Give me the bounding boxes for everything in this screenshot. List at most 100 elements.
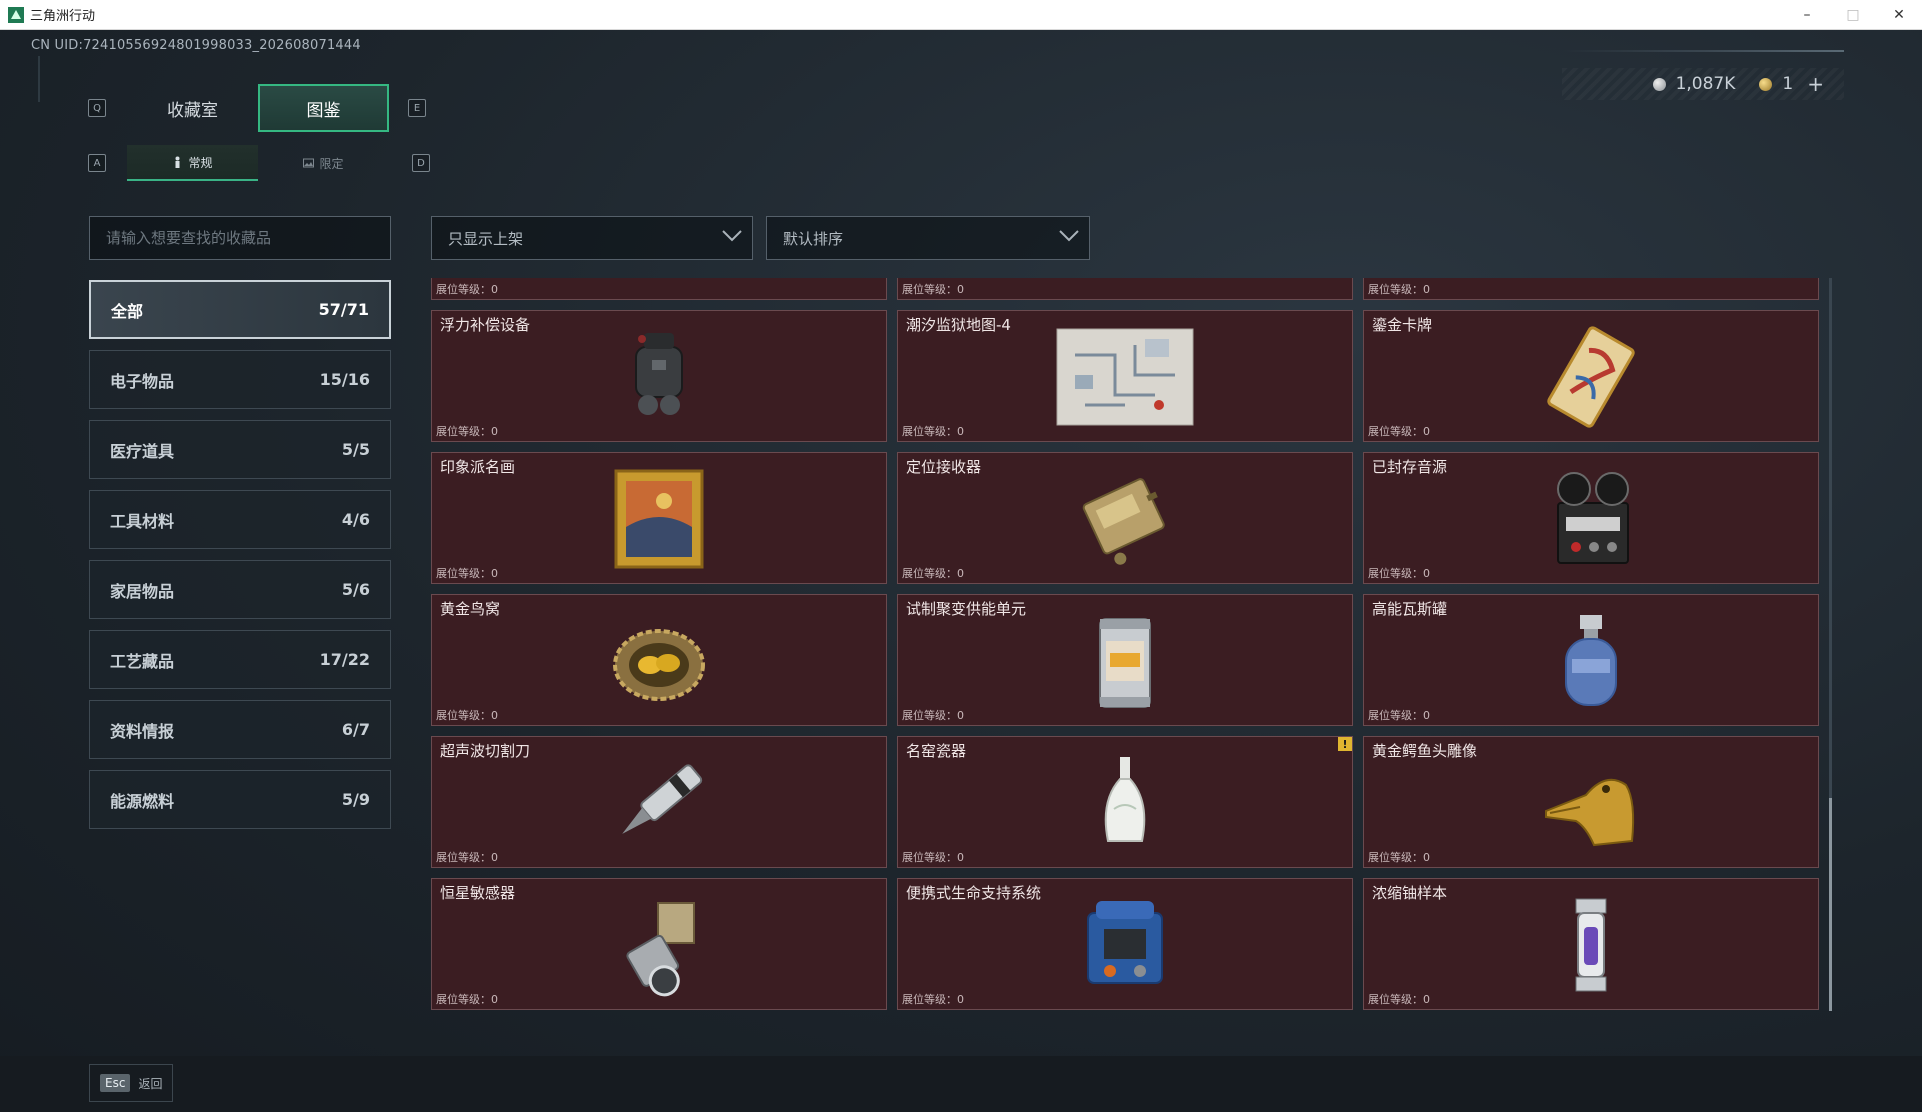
item-card[interactable]: 浮力补偿设备 展位等级：0 xyxy=(431,310,887,442)
item-name: 浮力补偿设备 xyxy=(440,316,531,334)
category-all[interactable]: 全部 57/71 xyxy=(89,280,391,339)
item-card[interactable]: 试制聚变供能单元 展位等级：0 xyxy=(897,594,1353,726)
main-tabs: 收藏室 图鉴 xyxy=(127,84,389,132)
category-name: 全部 xyxy=(111,301,144,321)
back-button[interactable]: Esc 返回 xyxy=(89,1064,173,1102)
category-energy[interactable]: 能源燃料 5/9 xyxy=(89,770,391,829)
item-card[interactable]: 印象派名画 展位等级：0 xyxy=(431,452,887,584)
category-count: 5/6 xyxy=(341,580,370,599)
category-tools[interactable]: 工具材料 4/6 xyxy=(89,490,391,549)
booth-level: 展位等级：0 xyxy=(902,851,964,864)
maximize-button[interactable]: □ xyxy=(1830,0,1876,30)
item-card[interactable]: 潮汐监狱地图-4 展位等级：0 xyxy=(897,310,1353,442)
new-item-badge: ! xyxy=(1338,737,1352,751)
item-card[interactable]: 便携式生命支持系统 展位等级：0 xyxy=(897,878,1353,1010)
booth-level: 展位等级：0 xyxy=(436,851,498,864)
category-medical[interactable]: 医疗道具 5/5 xyxy=(89,420,391,479)
category-intel[interactable]: 资料情报 6/7 xyxy=(89,700,391,759)
item-name: 超声波切割刀 xyxy=(440,742,531,760)
item-name: 高能瓦斯罐 xyxy=(1372,600,1448,618)
item-card-partial[interactable]: 展位等级：0 xyxy=(1363,278,1819,300)
booth-level: 展位等级：0 xyxy=(436,425,498,438)
item-name: 印象派名画 xyxy=(440,458,516,476)
item-name: 定位接收器 xyxy=(906,458,982,476)
item-card[interactable]: 名窑瓷器 ! 展位等级：0 xyxy=(897,736,1353,868)
key-hint-next-tab: E xyxy=(408,99,426,117)
item-name: 试制聚变供能单元 xyxy=(906,600,1027,618)
item-name: 恒星敏感器 xyxy=(440,884,516,902)
item-name: 黄金鸟窝 xyxy=(440,600,501,618)
header-decoration-line xyxy=(1562,50,1844,52)
window-title: 三角洲行动 xyxy=(30,9,96,24)
tab-codex[interactable]: 图鉴 xyxy=(258,84,389,132)
item-card[interactable]: 已封存音源 展位等级：0 xyxy=(1363,452,1819,584)
minimize-button[interactable]: – xyxy=(1784,0,1830,30)
title-bar: 三角洲行动 – □ ✕ xyxy=(0,0,1922,30)
subtab-label: 常规 xyxy=(188,155,213,170)
shelf-filter-dropdown[interactable]: 只显示上架 xyxy=(431,216,753,260)
gold-coin-icon xyxy=(1759,77,1773,91)
map-icon xyxy=(1056,328,1194,426)
dropdown-value: 默认排序 xyxy=(783,229,844,248)
life-support-icon xyxy=(1087,901,1163,984)
category-list: 全部 57/71 电子物品 15/16 医疗道具 5/5 工具材料 4/6 家居物品 5/… xyxy=(89,280,391,840)
category-name: 医疗道具 xyxy=(110,441,175,461)
golden-nest-icon xyxy=(613,629,705,701)
close-button[interactable]: ✕ xyxy=(1876,0,1922,30)
uranium-sample-icon xyxy=(1575,898,1607,992)
add-currency-button[interactable]: + xyxy=(1807,72,1824,96)
item-card[interactable]: 黄金鸟窝 展位等级：0 xyxy=(431,594,887,726)
booth-level: 展位等级：0 xyxy=(1368,283,1430,296)
bottom-bar xyxy=(0,1056,1922,1112)
item-card-partial[interactable]: 展位等级：0 xyxy=(431,278,887,300)
item-card[interactable]: 鎏金卡牌 展位等级：0 xyxy=(1363,310,1819,442)
currency-bar: 1,087K 1 + xyxy=(1562,68,1844,100)
category-crafts[interactable]: 工艺藏品 17/22 xyxy=(89,630,391,689)
category-name: 电子物品 xyxy=(110,371,175,391)
item-card[interactable]: 定位接收器 展位等级：0 xyxy=(897,452,1353,584)
booth-level: 展位等级：0 xyxy=(1368,993,1430,1006)
key-hint-next-subtab: D xyxy=(412,154,430,172)
item-name: 名窑瓷器 xyxy=(906,742,967,760)
item-card[interactable]: 高能瓦斯罐 展位等级：0 xyxy=(1363,594,1819,726)
item-card[interactable]: 浓缩铀样本 展位等级：0 xyxy=(1363,878,1819,1010)
gold-amount: 1 xyxy=(1782,74,1794,94)
key-hint-prev-subtab: A xyxy=(88,154,106,172)
app-logo-icon xyxy=(8,6,24,23)
subtab-limited[interactable]: 限定 xyxy=(258,145,389,181)
booth-level: 展位等级：0 xyxy=(902,993,964,1006)
search-input[interactable] xyxy=(89,216,391,260)
sub-tabs: 常规 限定 xyxy=(127,145,389,181)
bcd-backpack-icon xyxy=(635,333,683,415)
item-grid: 展位等级：0 展位等级：0 展位等级：0 浮力补偿设备 展位等级：0 潮汐监狱地… xyxy=(431,278,1837,1011)
item-card[interactable]: 黄金鳄鱼头雕像 展位等级：0 xyxy=(1363,736,1819,868)
subtab-label: 限定 xyxy=(319,156,344,171)
category-household[interactable]: 家居物品 5/6 xyxy=(89,560,391,619)
category-name: 工具材料 xyxy=(110,511,175,531)
image-icon xyxy=(303,158,315,168)
item-card[interactable]: 恒星敏感器 展位等级：0 xyxy=(431,878,887,1010)
category-count: 57/71 xyxy=(318,300,369,319)
item-card[interactable]: 超声波切割刀 展位等级：0 xyxy=(431,736,887,868)
category-count: 4/6 xyxy=(341,510,370,529)
sort-dropdown[interactable]: 默认排序 xyxy=(766,216,1090,260)
category-name: 能源燃料 xyxy=(110,791,175,811)
category-name: 工艺藏品 xyxy=(110,651,175,671)
tab-label: 收藏室 xyxy=(167,100,218,121)
booth-level: 展位等级：0 xyxy=(1368,567,1430,580)
booth-level: 展位等级：0 xyxy=(902,567,964,580)
item-name: 鎏金卡牌 xyxy=(1372,316,1433,334)
subtab-regular[interactable]: 常规 xyxy=(127,145,258,181)
booth-level: 展位等级：0 xyxy=(902,709,964,722)
grid-scrollbar[interactable] xyxy=(1829,278,1832,1011)
item-name: 浓缩铀样本 xyxy=(1372,884,1448,902)
tab-collection-room[interactable]: 收藏室 xyxy=(127,84,258,132)
item-card-partial[interactable]: 展位等级：0 xyxy=(897,278,1353,300)
fusion-unit-icon xyxy=(1099,618,1151,708)
ultrasonic-knife-icon xyxy=(622,764,703,834)
silver-amount: 1,087K xyxy=(1675,74,1736,94)
chevron-down-icon xyxy=(722,230,742,242)
category-electronics[interactable]: 电子物品 15/16 xyxy=(89,350,391,409)
scrollbar-thumb[interactable] xyxy=(1829,798,1832,1011)
booth-level: 展位等级：0 xyxy=(902,425,964,438)
